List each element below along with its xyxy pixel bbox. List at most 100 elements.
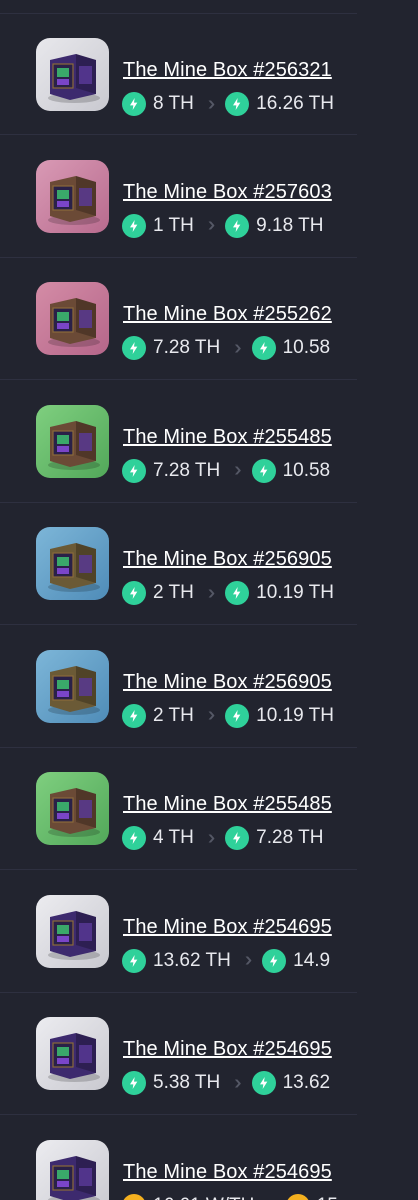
bolt-icon <box>225 581 250 605</box>
minebox-hashrate-upgrade: 4 TH ›› 7.28 TH <box>122 825 323 851</box>
plug-icon <box>285 1193 310 1200</box>
hashrate-upgraded: 10.19 TH <box>256 704 334 726</box>
hashrate-upgraded: 7.28 TH <box>256 827 324 848</box>
double-chevron-right-icon: ›› <box>234 1071 242 1094</box>
hashrate-current: 16.61 W/TH <box>153 1195 254 1200</box>
minebox-thumbnail[interactable] <box>36 404 109 478</box>
minebox-list-item[interactable]: The Mine Box #255485 7.28 TH ›› 10.58 <box>0 381 357 503</box>
minebox-thumbnail[interactable] <box>36 159 109 233</box>
minebox-image <box>36 1139 109 1200</box>
minebox-title[interactable]: The Mine Box #254695 <box>123 1037 332 1061</box>
minebox-title[interactable]: The Mine Box #255485 <box>123 425 332 449</box>
minebox-hashrate-upgrade: 2 TH ›› 10.19 TH <box>122 580 334 606</box>
minebox-thumbnail[interactable] <box>36 282 109 355</box>
minebox-hashrate-upgrade: 8 TH ›› 16.26 TH <box>122 91 334 117</box>
double-chevron-right-icon: ›› <box>244 949 253 971</box>
hashrate-upgraded: 16.26 TH <box>256 93 334 114</box>
bolt-icon <box>122 581 146 605</box>
bolt-icon <box>225 826 250 850</box>
minebox-thumbnail[interactable] <box>36 894 109 968</box>
minebox-list-item[interactable]: The Mine Box #254695 13.62 TH ›› 14.9 <box>0 871 357 993</box>
minebox-title[interactable]: The Mine Box #254695 <box>123 915 332 939</box>
double-chevron-right-icon: ›› <box>207 826 216 849</box>
minebox-image <box>36 649 109 723</box>
minebox-hashrate-upgrade: 5.38 TH ›› 13.62 <box>122 1070 330 1096</box>
minebox-image <box>36 38 109 111</box>
hashrate-upgraded: 10.58 <box>282 459 331 481</box>
hashrate-upgraded: 13.62 <box>282 1072 331 1093</box>
minebox-thumbnail[interactable] <box>36 649 109 723</box>
double-chevron-right-icon: ›› <box>207 92 216 115</box>
minebox-list: The Mine Box #256321 8 TH ›› 16.26 TH Th… <box>0 0 357 1200</box>
minebox-hashrate-upgrade: 1 TH ›› 9.18 TH <box>122 213 323 239</box>
double-chevron-right-icon: ›› <box>268 1194 276 1200</box>
hashrate-upgraded: 10.58 <box>282 337 331 358</box>
bolt-icon <box>122 703 146 728</box>
minebox-thumbnail[interactable] <box>36 1017 109 1090</box>
minebox-hashrate-upgrade: 16.61 W/TH ›› 15 <box>122 1193 338 1200</box>
hashrate-current: 7.28 TH <box>153 337 221 358</box>
minebox-list-item[interactable]: The Mine Box #254695 16.61 W/TH ›› 15 <box>0 1116 357 1200</box>
page-background-edge <box>357 0 418 1200</box>
bolt-icon <box>251 1071 276 1095</box>
double-chevron-right-icon: ›› <box>207 704 216 726</box>
minebox-image <box>36 527 109 600</box>
minebox-title[interactable]: The Mine Box #255485 <box>123 792 332 816</box>
minebox-title[interactable]: The Mine Box #256905 <box>123 670 332 694</box>
minebox-title[interactable]: The Mine Box #256321 <box>123 58 332 82</box>
minebox-list-item[interactable]: The Mine Box #256905 2 TH ›› 10.19 TH <box>0 626 357 748</box>
bolt-icon <box>122 826 146 850</box>
hashrate-current: 2 TH <box>153 704 194 726</box>
minebox-image <box>36 772 109 845</box>
minebox-hashrate-upgrade: 2 TH ›› 10.19 TH <box>122 703 334 729</box>
minebox-thumbnail[interactable] <box>36 1139 109 1200</box>
minebox-title[interactable]: The Mine Box #255262 <box>123 302 332 326</box>
minebox-image <box>36 159 109 233</box>
bolt-icon <box>225 92 250 116</box>
minebox-list-item[interactable]: The Mine Box #257603 1 TH ›› 9.18 TH <box>0 136 357 258</box>
bolt-icon <box>122 1071 146 1095</box>
minebox-image <box>36 404 109 478</box>
minebox-thumbnail[interactable] <box>36 527 109 600</box>
minebox-list-item[interactable]: The Mine Box #254695 5.38 TH ›› 13.62 <box>0 993 357 1115</box>
bolt-icon <box>225 703 250 728</box>
bolt-icon <box>122 213 146 238</box>
minebox-thumbnail[interactable] <box>36 772 109 845</box>
minebox-title[interactable]: The Mine Box #257603 <box>123 180 332 204</box>
minebox-list-item[interactable]: The Mine Box #255485 4 TH ›› 7.28 TH <box>0 748 357 870</box>
double-chevron-right-icon: ›› <box>207 581 216 604</box>
double-chevron-right-icon: ›› <box>234 336 242 359</box>
plug-icon <box>122 1193 146 1200</box>
minebox-hashrate-upgrade: 7.28 TH ›› 10.58 <box>122 335 330 361</box>
hashrate-upgraded: 9.18 TH <box>256 214 324 236</box>
hashrate-current: 4 TH <box>153 827 194 848</box>
bolt-icon <box>225 213 250 238</box>
bolt-icon <box>251 458 276 483</box>
hashrate-current: 1 TH <box>153 214 194 236</box>
bolt-icon <box>251 336 276 360</box>
minebox-image <box>36 282 109 355</box>
hashrate-upgraded: 14.9 <box>293 949 331 971</box>
hashrate-current: 13.62 TH <box>153 949 231 971</box>
minebox-hashrate-upgrade: 7.28 TH ›› 10.58 <box>122 458 330 484</box>
minebox-thumbnail[interactable] <box>36 38 109 111</box>
minebox-list-item[interactable]: The Mine Box #256321 8 TH ›› 16.26 TH <box>0 13 357 135</box>
hashrate-upgraded: 15 <box>317 1195 338 1200</box>
minebox-hashrate-upgrade: 13.62 TH ›› 14.9 <box>122 948 330 974</box>
hashrate-current: 7.28 TH <box>153 459 221 481</box>
bolt-icon <box>122 948 146 973</box>
minebox-image <box>36 894 109 968</box>
hashrate-current: 5.38 TH <box>153 1072 221 1093</box>
double-chevron-right-icon: ›› <box>234 459 242 481</box>
bolt-icon <box>122 92 146 116</box>
minebox-title[interactable]: The Mine Box #256905 <box>123 547 332 571</box>
minebox-list-item[interactable]: The Mine Box #256905 2 TH ›› 10.19 TH <box>0 503 357 625</box>
minebox-list-item[interactable]: The Mine Box #255262 7.28 TH ›› 10.58 <box>0 258 357 380</box>
minebox-title[interactable]: The Mine Box #254695 <box>123 1160 332 1184</box>
hashrate-upgraded: 10.19 TH <box>256 582 334 603</box>
bolt-icon <box>262 948 287 973</box>
minebox-image <box>36 1017 109 1090</box>
bolt-icon <box>122 336 146 360</box>
bolt-icon <box>122 458 146 483</box>
hashrate-current: 8 TH <box>153 93 194 114</box>
